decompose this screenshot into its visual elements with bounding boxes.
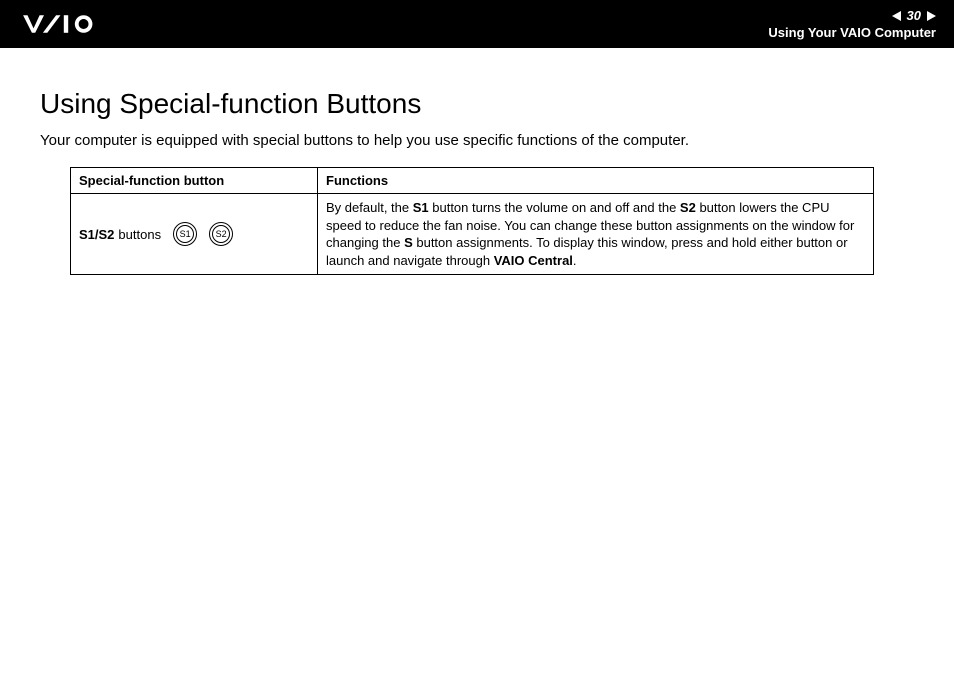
header-bar: 30 Using Your VAIO Computer [0,0,954,48]
page-heading: Using Special-function Buttons [40,88,914,120]
button-cell: S1/S2 buttons S1 S2 [71,194,318,275]
intro-text: Your computer is equipped with special b… [40,132,914,149]
col-header-functions: Functions [318,168,874,194]
vaio-logo [22,13,132,35]
prev-page-icon[interactable] [892,11,901,21]
page-number: 30 [907,8,921,23]
functions-table: Special-function button Functions S1/S2 … [70,167,874,275]
table-row: S1/S2 buttons S1 S2 By default, the S1 b… [71,194,874,275]
s2-button-icon: S2 [209,222,233,246]
button-name-rest: buttons [118,227,161,242]
table-header-row: Special-function button Functions [71,168,874,194]
s1-button-icon: S1 [173,222,197,246]
header-right: 30 Using Your VAIO Computer [768,8,936,40]
page-content: Using Special-function Buttons Your comp… [0,48,954,275]
next-page-icon[interactable] [927,11,936,21]
section-label: Using Your VAIO Computer [768,25,936,40]
function-cell: By default, the S1 button turns the volu… [318,194,874,275]
button-name-bold: S1/S2 [79,227,114,242]
col-header-button: Special-function button [71,168,318,194]
